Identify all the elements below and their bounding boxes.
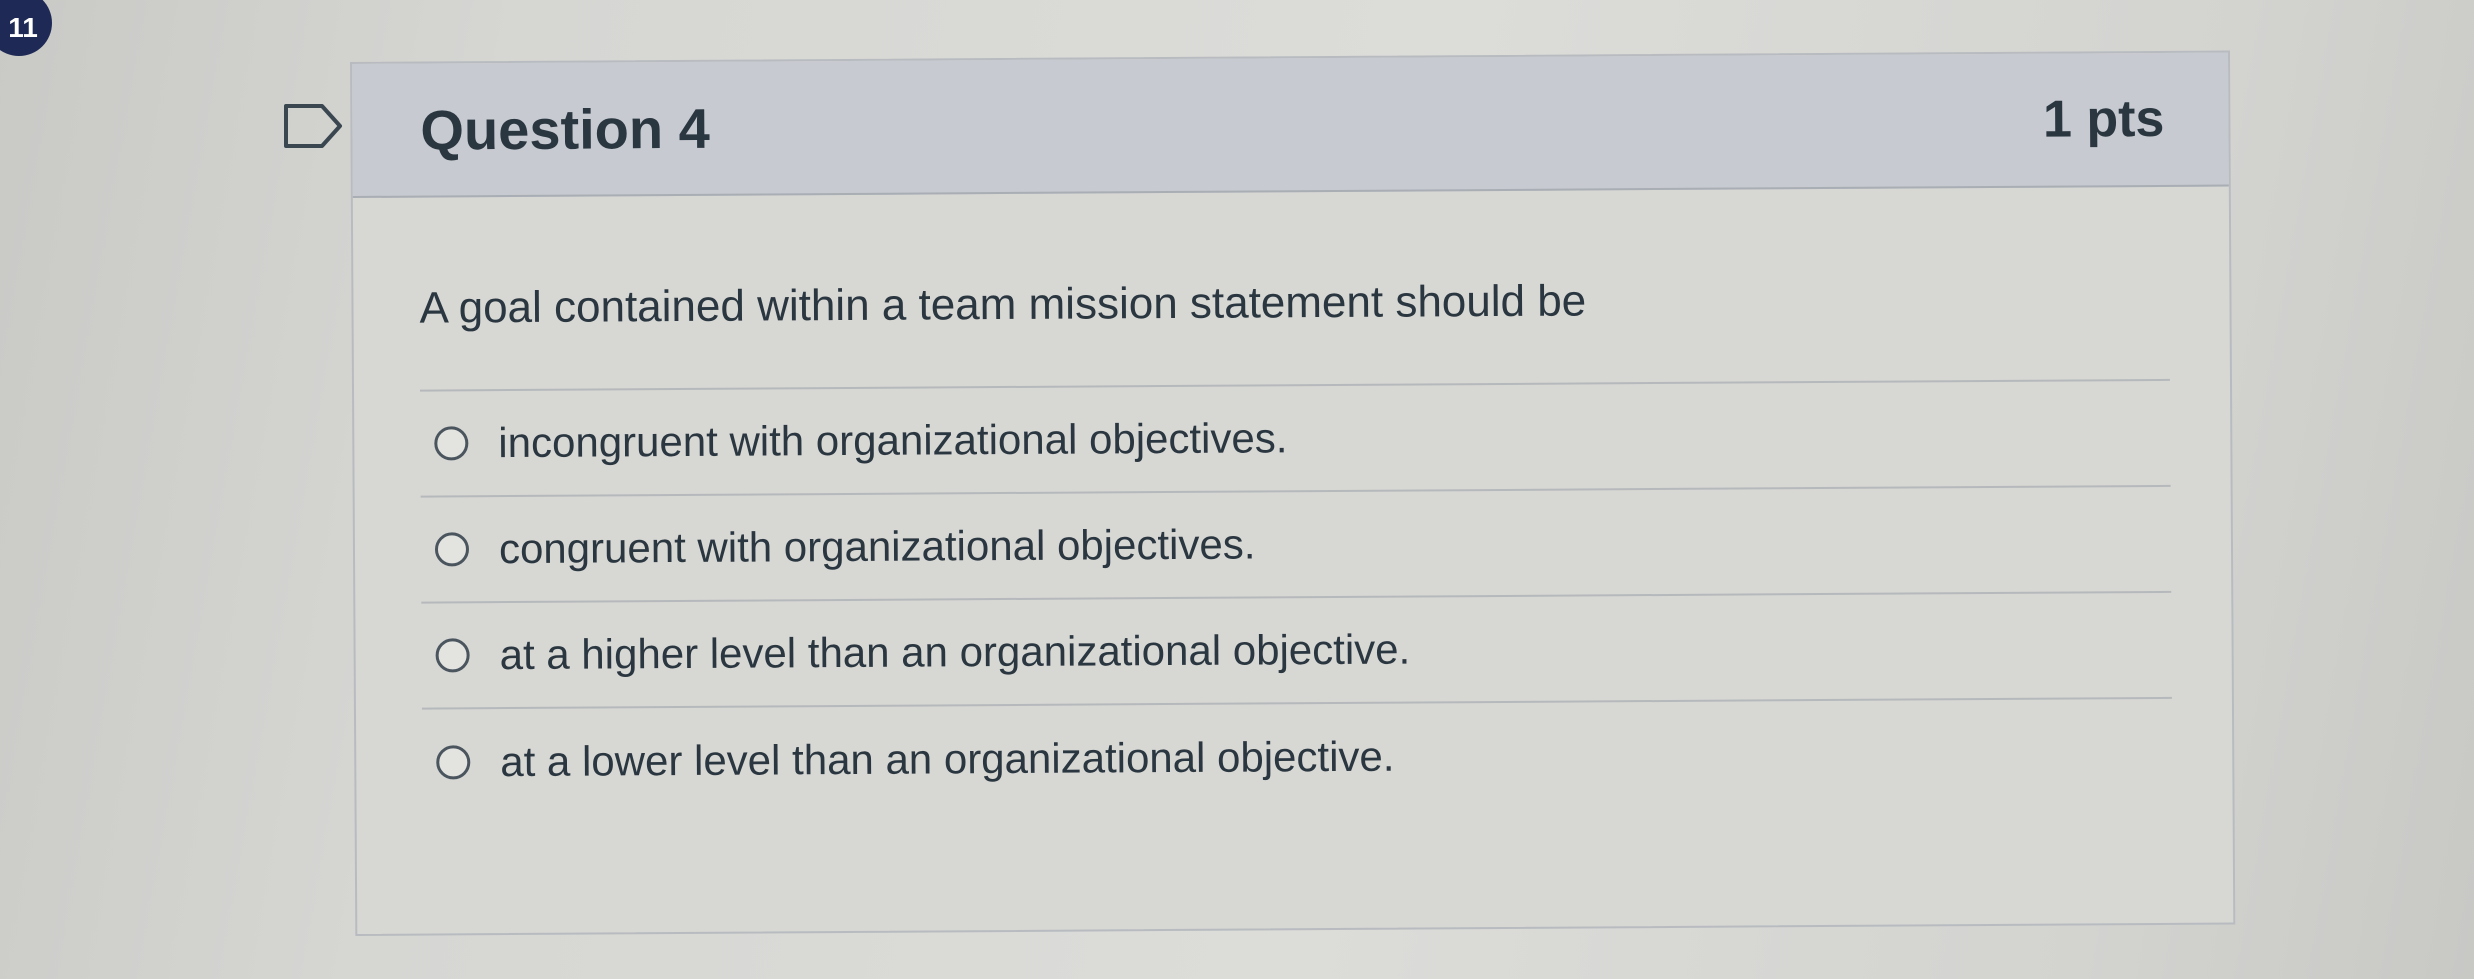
question-count-badge: 11 xyxy=(0,0,52,56)
answer-list: incongruent with organizational objectiv… xyxy=(420,380,2173,816)
radio-unchecked-icon[interactable] xyxy=(436,745,471,780)
answer-option-1[interactable]: incongruent with organizational objectiv… xyxy=(420,380,2171,498)
answer-option-3[interactable]: at a higher level than an organizational… xyxy=(421,592,2172,710)
answer-label: congruent with organizational objectives… xyxy=(498,520,1256,573)
question-points: 1 pts xyxy=(2042,89,2165,149)
answer-label: incongruent with organizational objectiv… xyxy=(498,414,1288,467)
question-body: A goal contained within a team mission s… xyxy=(353,187,2233,816)
flag-icon[interactable] xyxy=(282,100,346,152)
answer-label: at a lower level than an organizational … xyxy=(500,732,1395,786)
radio-unchecked-icon[interactable] xyxy=(435,638,470,673)
question-title: Question 4 xyxy=(420,96,710,162)
answer-label: at a higher level than an organizational… xyxy=(499,625,1411,679)
question-header: Question 4 1 pts xyxy=(352,52,2229,198)
badge-count: 11 xyxy=(8,12,38,43)
radio-unchecked-icon[interactable] xyxy=(434,426,469,461)
radio-unchecked-icon[interactable] xyxy=(434,532,470,567)
question-card: Question 4 1 pts A goal contained within… xyxy=(350,50,2236,936)
answer-option-2[interactable]: congruent with organizational objectives… xyxy=(420,486,2172,604)
answer-option-4[interactable]: at a lower level than an organizational … xyxy=(422,699,2173,816)
question-text: A goal contained within a team mission s… xyxy=(419,276,1587,333)
